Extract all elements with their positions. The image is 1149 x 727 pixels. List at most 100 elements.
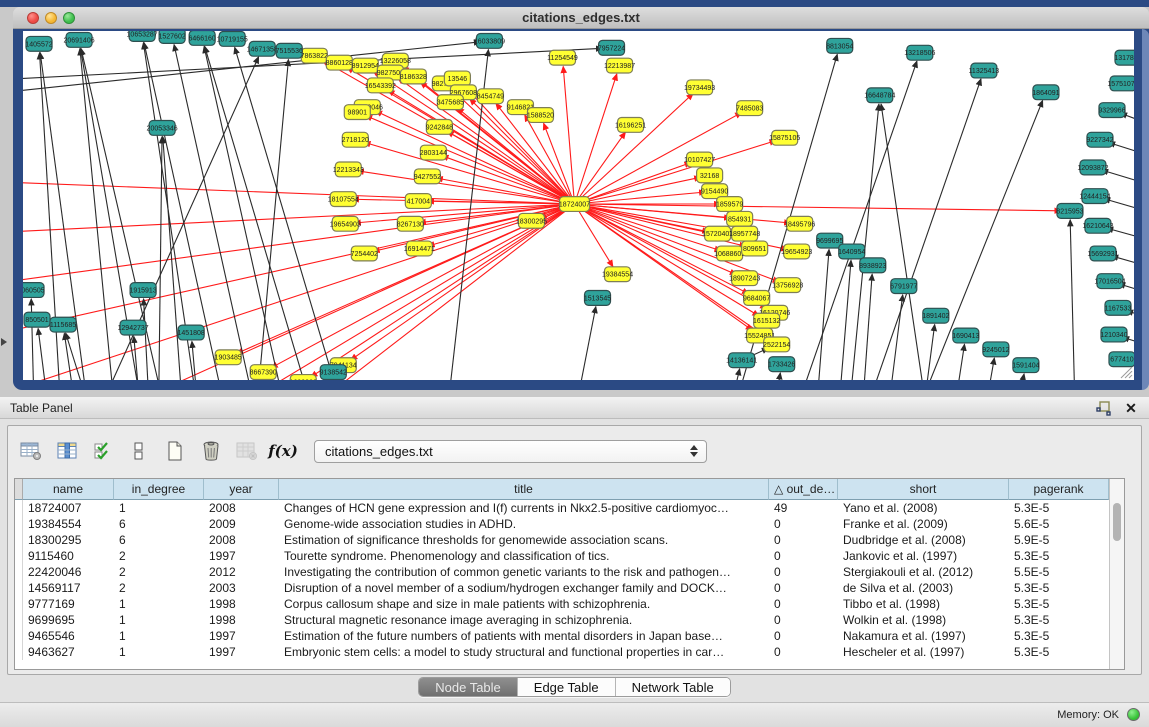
show-columns-icon[interactable] <box>52 436 82 466</box>
graph-node[interactable]: 15751074 <box>1107 76 1134 91</box>
table-row[interactable]: 946554611997Estimation of the future num… <box>15 628 1109 644</box>
graph-node[interactable]: 417004 <box>405 194 431 209</box>
graph-node[interactable]: 2522154 <box>763 337 790 352</box>
graph-node[interactable]: 13218506 <box>904 45 935 60</box>
table-row[interactable]: 1938455462009Genome-wide association stu… <box>15 516 1109 532</box>
column-header-pagerank[interactable]: pagerank <box>1009 479 1109 500</box>
row-height-icon[interactable] <box>124 436 154 466</box>
graph-node[interactable]: 8912954 <box>352 58 379 73</box>
graph-node[interactable]: 1405572 <box>25 36 52 51</box>
graph-node[interactable]: 19384554 <box>602 267 633 282</box>
graph-node[interactable]: 1317804 <box>1114 50 1134 65</box>
graph-node[interactable]: 15875105 <box>769 130 800 145</box>
table-row[interactable]: 2242004622012Investigating the contribut… <box>15 564 1109 580</box>
graph-node[interactable]: 2718120 <box>342 132 369 147</box>
column-header-year[interactable]: year <box>204 479 279 500</box>
graph-node[interactable]: 1864091 <box>1032 85 1059 100</box>
graph-node[interactable]: 10107427 <box>684 152 715 167</box>
graph-node[interactable]: 7485083 <box>736 101 763 116</box>
graph-node[interactable]: 2803144 <box>420 145 447 160</box>
graph-node[interactable]: 809651 <box>742 241 768 256</box>
graph-node[interactable]: 1690223 <box>290 375 317 380</box>
graph-node[interactable]: 9427552 <box>414 169 441 184</box>
graph-node[interactable]: 12093872 <box>1077 160 1108 175</box>
graph-node[interactable]: 12213343 <box>333 162 364 177</box>
table-selector-dropdown[interactable]: citations_edges.txt <box>314 440 707 463</box>
graph-node[interactable]: 18957748 <box>729 226 760 241</box>
column-header-title[interactable]: title <box>279 479 769 500</box>
graph-node[interactable]: 11325413 <box>969 63 1000 78</box>
graph-node[interactable]: 16210643 <box>1082 218 1113 233</box>
graph-node[interactable]: 17016504 <box>1094 274 1125 289</box>
column-header-out_de[interactable]: △ out_de… <box>769 479 838 500</box>
table-mode-icon[interactable] <box>16 436 46 466</box>
graph-node[interactable]: 8813054 <box>826 38 853 53</box>
graph-node[interactable]: 1513545 <box>584 291 611 306</box>
graph-node[interactable]: 18724007 <box>559 197 590 212</box>
graph-node[interactable]: 1733426 <box>768 357 795 372</box>
table-row[interactable]: 969969511998Structural magnetic resonanc… <box>15 612 1109 628</box>
tab-network-table[interactable]: Network Table <box>616 678 730 696</box>
graph-node[interactable]: 1591404 <box>1012 358 1039 373</box>
graph-node[interactable]: 20691406 <box>63 32 94 47</box>
tab-node-table[interactable]: Node Table <box>419 678 518 696</box>
graph-node[interactable]: 19654923 <box>781 244 812 259</box>
column-header-name[interactable]: name <box>23 479 114 500</box>
graph-node[interactable]: 1588520 <box>527 108 554 123</box>
network-window-titlebar[interactable]: citations_edges.txt <box>13 7 1149 29</box>
graph-node[interactable]: 8454749 <box>477 89 504 104</box>
column-header-short[interactable]: short <box>838 479 1009 500</box>
graph-node[interactable]: 1891402 <box>922 308 949 323</box>
graph-node[interactable]: 7515536 <box>276 43 303 58</box>
table-vertical-scrollbar[interactable] <box>1109 479 1124 669</box>
graph-node[interactable]: 10719155 <box>217 31 248 46</box>
graph-node[interactable]: 19654903 <box>330 216 361 231</box>
graph-node[interactable]: 13756928 <box>772 278 803 293</box>
graph-node[interactable]: 20053346 <box>147 120 178 135</box>
graph-node[interactable]: 850501 <box>24 312 50 327</box>
graph-node[interactable]: 8186328 <box>400 69 427 84</box>
panel-collapse-arrow-icon[interactable] <box>1 338 7 346</box>
select-columns-icon[interactable] <box>88 436 118 466</box>
graph-node[interactable]: 12444154 <box>1079 189 1110 204</box>
graph-node[interactable]: 677410 <box>1109 352 1134 367</box>
graph-node[interactable]: 1615132 <box>753 313 780 328</box>
table-row[interactable]: 977716911998Corpus callosum shape and si… <box>15 596 1109 612</box>
close-panel-icon[interactable]: ✕ <box>1123 400 1139 416</box>
graph-node[interactable]: 1167533 <box>1105 300 1132 315</box>
graph-node[interactable]: 16033809 <box>474 33 505 48</box>
graph-node[interactable]: 9138542 <box>320 365 347 380</box>
new-column-icon[interactable] <box>160 436 190 466</box>
import-table-icon[interactable] <box>232 436 262 466</box>
graph-node[interactable]: 1115685 <box>50 317 76 332</box>
graph-node[interactable]: 16648784 <box>864 88 895 103</box>
delete-icon[interactable] <box>196 436 226 466</box>
graph-node[interactable]: 18907243 <box>729 271 760 286</box>
graph-node[interactable]: 9242848 <box>426 119 453 134</box>
graph-node[interactable]: 1210340 <box>1100 327 1127 342</box>
graph-node[interactable]: 7863822 <box>301 48 328 63</box>
graph-node[interactable]: 1527602 <box>159 31 186 43</box>
graph-node[interactable]: 12213987 <box>604 58 635 73</box>
graph-node[interactable]: 14136141 <box>726 353 757 368</box>
graph-node[interactable]: 9684067 <box>743 291 770 306</box>
graph-node[interactable]: 8267130 <box>397 216 424 231</box>
graph-node[interactable]: 6791977 <box>890 279 917 294</box>
graph-node[interactable]: 98901 <box>344 105 370 120</box>
float-panel-icon[interactable] <box>1095 400 1111 416</box>
graph-node[interactable]: 32168 <box>697 168 723 183</box>
resize-grip-icon[interactable] <box>1121 367 1132 378</box>
function-builder-icon[interactable]: f(x) <box>268 436 298 466</box>
table-row[interactable]: 1830029562008Estimation of significance … <box>15 532 1109 548</box>
graph-node[interactable]: 854931 <box>727 211 753 226</box>
graph-node[interactable]: 8215953 <box>1056 204 1083 219</box>
graph-node[interactable]: 1640954 <box>838 244 865 259</box>
graph-node[interactable]: 10688609 <box>714 246 745 261</box>
graph-node[interactable]: 1859579 <box>716 197 743 212</box>
graph-node[interactable]: 14671358 <box>247 41 278 56</box>
table-row[interactable]: 946362711997Embryonic stem cells: a mode… <box>15 644 1109 660</box>
graph-node[interactable]: 18495796 <box>784 216 815 231</box>
graph-node[interactable]: 12942737 <box>118 320 149 335</box>
graph-node[interactable]: 7957224 <box>598 40 625 55</box>
graph-node[interactable]: 13546 <box>444 71 470 86</box>
